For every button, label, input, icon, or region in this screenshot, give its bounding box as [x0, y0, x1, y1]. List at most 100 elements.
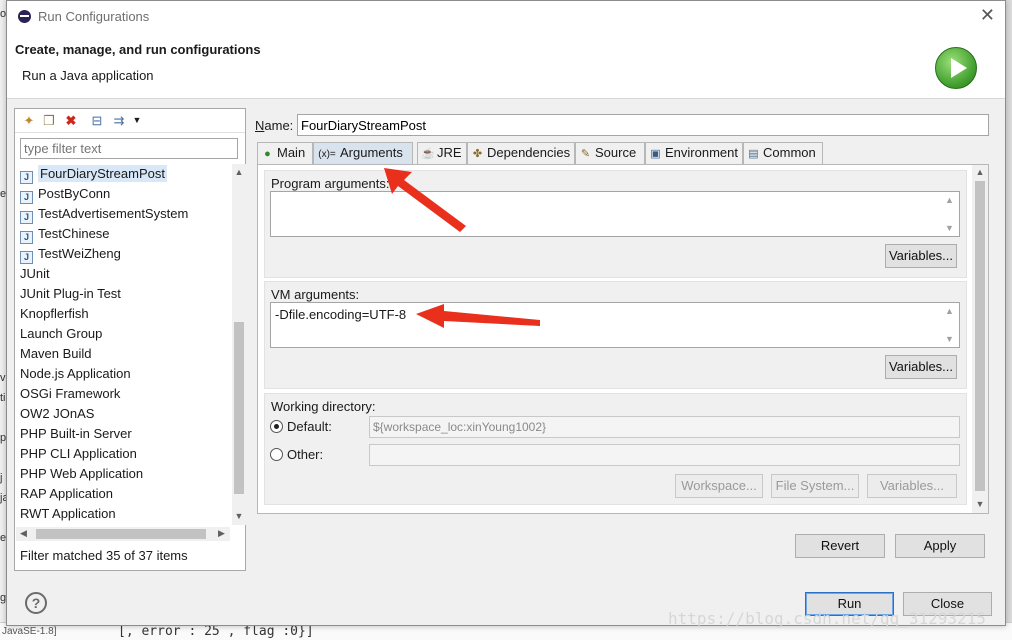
tree-item[interactable]: J FourDiaryStreamPost: [16, 164, 230, 184]
window-title: Run Configurations: [38, 9, 150, 24]
filter-icon[interactable]: ⇉: [111, 113, 127, 128]
tab-arguments[interactable]: (x)= Arguments: [313, 142, 413, 164]
default-directory-field: ${workspace_loc:xinYoung1002}: [369, 416, 960, 438]
tree-item[interactable]: Launch Group: [16, 324, 230, 344]
working-directory-label: Working directory:: [271, 399, 376, 414]
arguments-icon: (x)=: [318, 149, 336, 160]
other-directory-field[interactable]: [369, 444, 960, 466]
pane-vertical-scrollbar[interactable]: ▲ ▼: [972, 165, 988, 513]
tab-dependencies[interactable]: ✤ Dependencies: [467, 142, 575, 164]
scroll-up-icon: ▲: [945, 195, 954, 205]
scroll-down-icon[interactable]: ▼: [975, 499, 985, 509]
workspace-button[interactable]: Workspace...: [675, 474, 763, 498]
tree-item[interactable]: JUnit Plug-in Test: [16, 284, 230, 304]
tree-item[interactable]: OSGi Framework: [16, 384, 230, 404]
other-label: Other:: [287, 447, 324, 462]
tree-item[interactable]: J TestAdvertisementSystem: [16, 204, 230, 224]
tree-horizontal-scrollbar[interactable]: ◀ ▶: [16, 527, 230, 541]
tab-environment[interactable]: ▣ Environment: [645, 142, 743, 164]
header-title: Create, manage, and run configurations: [15, 42, 261, 57]
bg-jre-label: JavaSE-1.8]: [2, 626, 57, 637]
close-icon[interactable]: ✕: [980, 5, 995, 26]
duplicate-icon[interactable]: ❐: [41, 113, 57, 128]
tree-item[interactable]: PHP Web Application: [16, 464, 230, 484]
program-variables-button[interactable]: Variables...: [885, 244, 957, 268]
tree-item[interactable]: J TestWeiZheng: [16, 244, 230, 264]
help-icon[interactable]: ?: [25, 592, 47, 614]
scroll-right-icon[interactable]: ▶: [218, 528, 225, 539]
tree-vertical-scrollbar[interactable]: ▲ ▼: [232, 164, 246, 525]
new-config-icon[interactable]: ✦: [21, 113, 37, 128]
arguments-tab-pane: Program arguments: ▲ ▼ Variables... VM a…: [257, 164, 989, 514]
tab-jre[interactable]: ☕ JRE: [417, 142, 467, 164]
scroll-thumb[interactable]: [975, 181, 985, 491]
delete-icon[interactable]: ✖: [63, 113, 79, 128]
scroll-down-icon[interactable]: ▼: [234, 510, 244, 522]
configurations-tree: J FourDiaryStreamPost J PostByConn J TestAd…: [16, 164, 230, 524]
tab-common[interactable]: ▤ Common: [743, 142, 823, 164]
dependencies-icon: ✤: [472, 148, 483, 160]
apply-button[interactable]: Apply: [895, 534, 985, 558]
bg-console-text: [, error : 25 , flag :0}]: [118, 624, 314, 639]
scroll-up-icon[interactable]: ▲: [975, 167, 985, 177]
tab-main[interactable]: ● Main: [257, 142, 313, 164]
configurations-panel: ✦ ❐ ✖ ⊟ ⇉ ▼ JFourDiaryStreamPost JPostBy…: [14, 108, 246, 571]
config-tabs: ● Main (x)= Arguments ☕ JRE ✤ Dependencies ✎…: [257, 142, 989, 164]
program-arguments-group: Program arguments: ▲ ▼ Variables...: [264, 170, 967, 278]
configurations-toolbar: ✦ ❐ ✖ ⊟ ⇉ ▼: [15, 109, 245, 133]
filter-input[interactable]: [20, 138, 238, 159]
vm-arguments-group: VM arguments: -Dfile.encoding=UTF-8 ▲ ▼ …: [264, 281, 967, 389]
bg-fragment: ti: [0, 392, 6, 404]
tree-item[interactable]: OW2 JOnAS: [16, 404, 230, 424]
vm-arguments-label: VM arguments:: [271, 287, 360, 302]
run-configurations-dialog: Run Configurations ✕ Create, manage, and…: [6, 0, 1006, 626]
title-bar: Run Configurations ✕: [7, 1, 1005, 31]
run-banner-icon: [935, 47, 977, 89]
scroll-thumb[interactable]: [234, 322, 244, 494]
java-launch-icon: J: [20, 191, 33, 204]
main-icon: ●: [264, 148, 271, 160]
dialog-header: Create, manage, and run configurations R…: [7, 31, 1005, 99]
tree-item[interactable]: J TestChinese: [16, 224, 230, 244]
scroll-thumb[interactable]: [36, 529, 206, 539]
dropdown-icon[interactable]: ▼: [129, 113, 145, 128]
scroll-up-icon: ▲: [945, 306, 954, 316]
name-label: Name:: [255, 118, 294, 133]
default-radio[interactable]: [270, 420, 283, 433]
collapse-all-icon[interactable]: ⊟: [89, 113, 105, 128]
scroll-left-icon[interactable]: ◀: [20, 528, 27, 539]
tree-item[interactable]: PHP Built-in Server: [16, 424, 230, 444]
environment-icon: ▣: [650, 148, 661, 160]
default-label: Default:: [287, 419, 332, 434]
tree-item[interactable]: Knopflerfish: [16, 304, 230, 324]
bg-fragment: j: [0, 472, 3, 484]
tree-item[interactable]: RWT Application: [16, 504, 230, 524]
scroll-up-icon[interactable]: ▲: [234, 166, 244, 178]
filter-status: Filter matched 35 of 37 items: [20, 548, 188, 563]
file-system-button[interactable]: File System...: [771, 474, 859, 498]
program-arguments-label: Program arguments:: [271, 176, 390, 191]
other-radio[interactable]: [270, 448, 283, 461]
name-field[interactable]: [297, 114, 989, 136]
config-editor: Name: ●Main (x)=Arguments ☕JRE ✤Dependen…: [249, 99, 1005, 575]
scroll-down-icon: ▼: [945, 334, 954, 344]
program-arguments-field[interactable]: [270, 191, 960, 237]
tree-item[interactable]: PHP CLI Application: [16, 444, 230, 464]
tree-item[interactable]: Node.js Application: [16, 364, 230, 384]
vm-arguments-field[interactable]: -Dfile.encoding=UTF-8: [270, 302, 960, 348]
java-launch-icon: J: [20, 171, 33, 184]
java-launch-icon: J: [20, 211, 33, 224]
java-launch-icon: J: [20, 251, 33, 264]
java-launch-icon: J: [20, 231, 33, 244]
jre-icon: ☕: [421, 148, 435, 160]
vm-variables-button[interactable]: Variables...: [885, 355, 957, 379]
source-icon: ✎: [580, 148, 591, 160]
header-subtitle: Run a Java application: [22, 68, 154, 83]
tree-item[interactable]: J PostByConn: [16, 184, 230, 204]
tab-source[interactable]: ✎ Source: [575, 142, 645, 164]
tree-item[interactable]: RAP Application: [16, 484, 230, 504]
working-variables-button[interactable]: Variables...: [867, 474, 957, 498]
revert-button[interactable]: Revert: [795, 534, 885, 558]
tree-item[interactable]: Maven Build: [16, 344, 230, 364]
tree-item[interactable]: JUnit: [16, 264, 230, 284]
